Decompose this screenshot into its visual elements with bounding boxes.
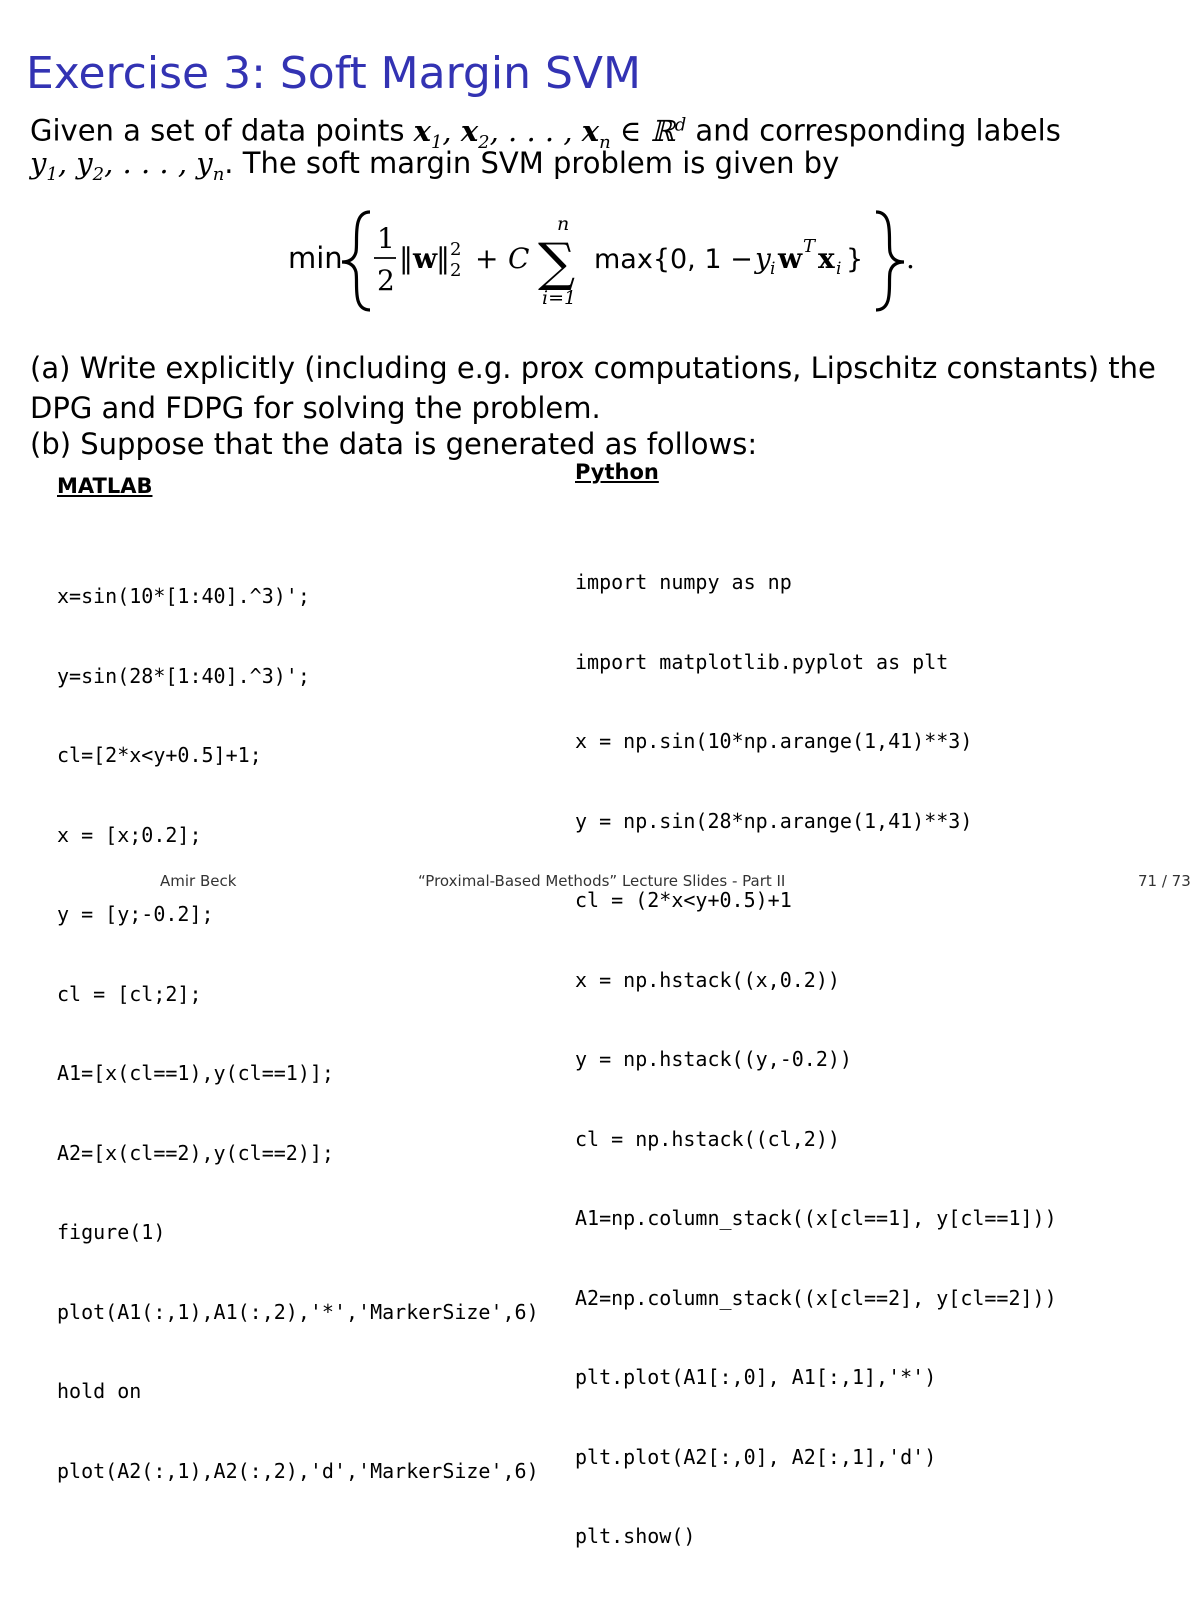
- svm-objective-formula: min 1 2 ‖ w ‖ 2 2 + C n ∑ i=1 max{0, 1 −…: [288, 210, 915, 312]
- formula-half-den: 2: [377, 264, 395, 297]
- svg-text:w: w: [777, 242, 803, 275]
- svg-text:i: i: [770, 259, 775, 279]
- python-code-line: y = np.sin(28*np.arange(1,41)**3): [575, 808, 973, 833]
- matlab-code-line: A1=[x(cl==1),y(cl==1)];: [57, 1061, 334, 1085]
- matlab-code-line: plot(A1(:,1),A1(:,2),'*','MarkerSize',6): [57, 1299, 539, 1324]
- python-code-line: x = np.sin(10*np.arange(1,41)**3): [575, 729, 973, 753]
- python-code-line: A2=np.column_stack((x[cl==2], y[cl==2])): [575, 1285, 1057, 1310]
- intro-math-points: x1, x2, . . . , xn ∈ ℝd: [413, 113, 687, 153]
- python-code-line: plt.plot(A1[:,0], A1[:,1],'*'): [575, 1365, 937, 1389]
- python-code-line: y = np.hstack((y,-0.2)): [575, 1047, 852, 1071]
- matlab-code-line: cl=[2*x<y+0.5]+1;: [57, 743, 262, 767]
- python-code-block: import numpy as np import matplotlib.pyp…: [575, 516, 1057, 1603]
- svg-text:T: T: [803, 236, 817, 257]
- matlab-code-line: hold on: [57, 1379, 142, 1403]
- python-code-line: import numpy as np: [575, 570, 792, 594]
- matlab-code-line: y=sin(28*[1:40].^3)';: [57, 663, 310, 688]
- python-code-line: import matplotlib.pyplot as plt: [575, 649, 949, 674]
- matlab-code-line: x=sin(10*[1:40].^3)';: [57, 584, 310, 608]
- python-code-line: A1=np.column_stack((x[cl==1], y[cl==1])): [575, 1206, 1057, 1230]
- svg-text:‖: ‖: [436, 242, 450, 275]
- formula-sum-top: n: [557, 213, 569, 235]
- formula-period: .: [906, 242, 915, 275]
- footer-author: Amir Beck: [160, 872, 237, 890]
- svg-text:2: 2: [450, 260, 461, 281]
- footer-title: “Proximal-Based Methods” Lecture Slides …: [418, 872, 786, 890]
- slide-title: Exercise 3: Soft Margin SVM: [26, 48, 641, 99]
- intro-text-a: Given a set of data points: [30, 113, 414, 148]
- formula-min: min: [288, 241, 343, 275]
- svg-text:2: 2: [450, 239, 461, 260]
- part-b: (b) Suppose that the data is generated a…: [30, 427, 758, 461]
- intro-math-labels: y1, y2, . . . , yn: [30, 146, 225, 185]
- formula-C: C: [508, 242, 529, 275]
- formula-sum-bottom: i=1: [542, 287, 576, 309]
- matlab-code-line: cl = [cl;2];: [57, 981, 202, 1006]
- sigma-symbol: ∑: [538, 233, 575, 293]
- formula-close: }: [846, 244, 863, 275]
- formula-max: max{0, 1 −: [594, 244, 753, 275]
- intro-line-2: y1, y2, . . . , yn. The soft margin SVM …: [30, 144, 839, 194]
- slide: Exercise 3: Soft Margin SVM Given a set …: [0, 0, 1203, 1548]
- python-code-line: x = np.hstack((x,0.2)): [575, 967, 840, 992]
- formula-half-num: 1: [377, 222, 395, 255]
- formula-plus: +: [475, 242, 498, 275]
- matlab-code-line: plot(A2(:,1),A2(:,2),'d','MarkerSize',6): [57, 1458, 539, 1483]
- python-code-line: plt.show(): [575, 1524, 696, 1548]
- matlab-code-line: A2=[x(cl==2),y(cl==2)];: [57, 1140, 334, 1165]
- python-code-line: plt.plot(A2[:,0], A2[:,1],'d'): [575, 1444, 937, 1469]
- matlab-code-block: x=sin(10*[1:40].^3)'; y=sin(28*[1:40].^3…: [57, 530, 539, 1537]
- python-code-line: cl = np.hstack((cl,2)): [575, 1126, 840, 1151]
- matlab-code-line: x = [x;0.2];: [57, 822, 202, 847]
- matlab-code-line: y = [y;-0.2];: [57, 902, 214, 926]
- svg-text:i: i: [836, 259, 841, 279]
- matlab-heading: MATLAB: [57, 474, 153, 498]
- intro-text-b: and corresponding labels: [686, 113, 1061, 148]
- footer-page-number: 71 / 73: [1138, 872, 1191, 890]
- python-heading: Python: [575, 460, 659, 484]
- python-code-line: cl = (2*x<y+0.5)+1: [575, 888, 792, 912]
- part-a-line-2: DPG and FDPG for solving the problem.: [30, 391, 601, 425]
- intro-text-c: . The soft margin SVM problem is given b…: [224, 146, 840, 180]
- matlab-code-line: figure(1): [57, 1220, 166, 1244]
- svg-text:‖: ‖: [399, 242, 413, 275]
- svg-text:x: x: [818, 242, 835, 275]
- svg-text:w: w: [412, 242, 438, 275]
- part-a-line-1: (a) Write explicitly (including e.g. pro…: [30, 351, 1156, 385]
